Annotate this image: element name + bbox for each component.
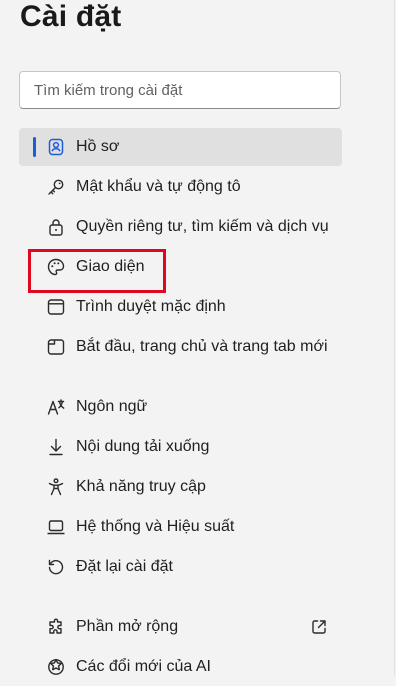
accessibility-icon — [46, 477, 66, 497]
open-external-icon[interactable] — [310, 618, 328, 636]
sidebar-item-label: Nội dung tải xuống — [76, 438, 210, 455]
sidebar-item-label: Phần mở rộng — [76, 618, 179, 635]
sidebar-item-system[interactable]: Hệ thống và Hiệu suất — [19, 508, 342, 546]
sidebar-item-start-home[interactable]: Bắt đầu, trang chủ và trang tab mới — [19, 328, 342, 366]
settings-sidebar: Cài đặt Hồ sơ Mật khẩu và tự động tô — [0, 0, 395, 676]
sidebar-item-label: Bắt đầu, trang chủ và trang tab mới — [76, 338, 328, 355]
page-title: Cài đặt — [20, 0, 122, 33]
sidebar-item-label: Giao diện — [76, 258, 145, 275]
sidebar-item-downloads[interactable]: Nội dung tải xuống — [19, 428, 342, 466]
download-icon — [46, 437, 66, 457]
home-page-icon — [46, 337, 66, 357]
palette-icon — [46, 257, 66, 277]
puzzle-icon — [46, 617, 66, 637]
language-icon — [46, 397, 66, 417]
sidebar-item-label: Các đổi mới của AI — [76, 658, 211, 675]
selected-indicator — [33, 137, 36, 157]
sidebar-item-label: Đặt lại cài đặt — [76, 558, 173, 575]
sidebar-item-label: Hệ thống và Hiệu suất — [76, 518, 235, 535]
sidebar-item-label: Mật khẩu và tự động tô — [76, 178, 241, 195]
sidebar-item-ai-innovations[interactable]: Các đổi mới của AI — [19, 648, 342, 686]
sidebar-item-label: Khả năng truy cập — [76, 478, 206, 495]
sidebar-item-accessibility[interactable]: Khả năng truy cập — [19, 468, 342, 506]
laptop-icon — [46, 517, 66, 537]
sidebar-item-appearance[interactable]: Giao diện — [19, 248, 342, 286]
sidebar-item-languages[interactable]: Ngôn ngữ — [19, 388, 342, 426]
search-input[interactable] — [19, 71, 341, 109]
profile-icon — [46, 137, 66, 157]
sidebar-item-privacy[interactable]: Quyền riêng tư, tìm kiếm và dịch vụ — [19, 208, 342, 246]
sidebar-item-label: Ngôn ngữ — [76, 398, 148, 415]
sidebar-item-passwords[interactable]: Mật khẩu và tự động tô — [19, 168, 342, 206]
sidebar-item-label: Hồ sơ — [76, 138, 120, 155]
key-icon — [46, 177, 66, 197]
sidebar-item-label: Trình duyệt mặc định — [76, 298, 226, 315]
sidebar-item-label: Quyền riêng tư, tìm kiếm và dịch vụ — [76, 218, 329, 235]
sidebar-item-default-browser[interactable]: Trình duyệt mặc định — [19, 288, 342, 326]
ai-icon — [46, 657, 66, 677]
sidebar-item-reset[interactable]: Đặt lại cài đặt — [19, 548, 342, 586]
reset-icon — [46, 557, 66, 577]
lock-icon — [46, 217, 66, 237]
sidebar-item-profile[interactable]: Hồ sơ — [19, 128, 342, 166]
browser-window-icon — [46, 297, 66, 317]
sidebar-item-extensions[interactable]: Phần mở rộng — [19, 608, 342, 646]
